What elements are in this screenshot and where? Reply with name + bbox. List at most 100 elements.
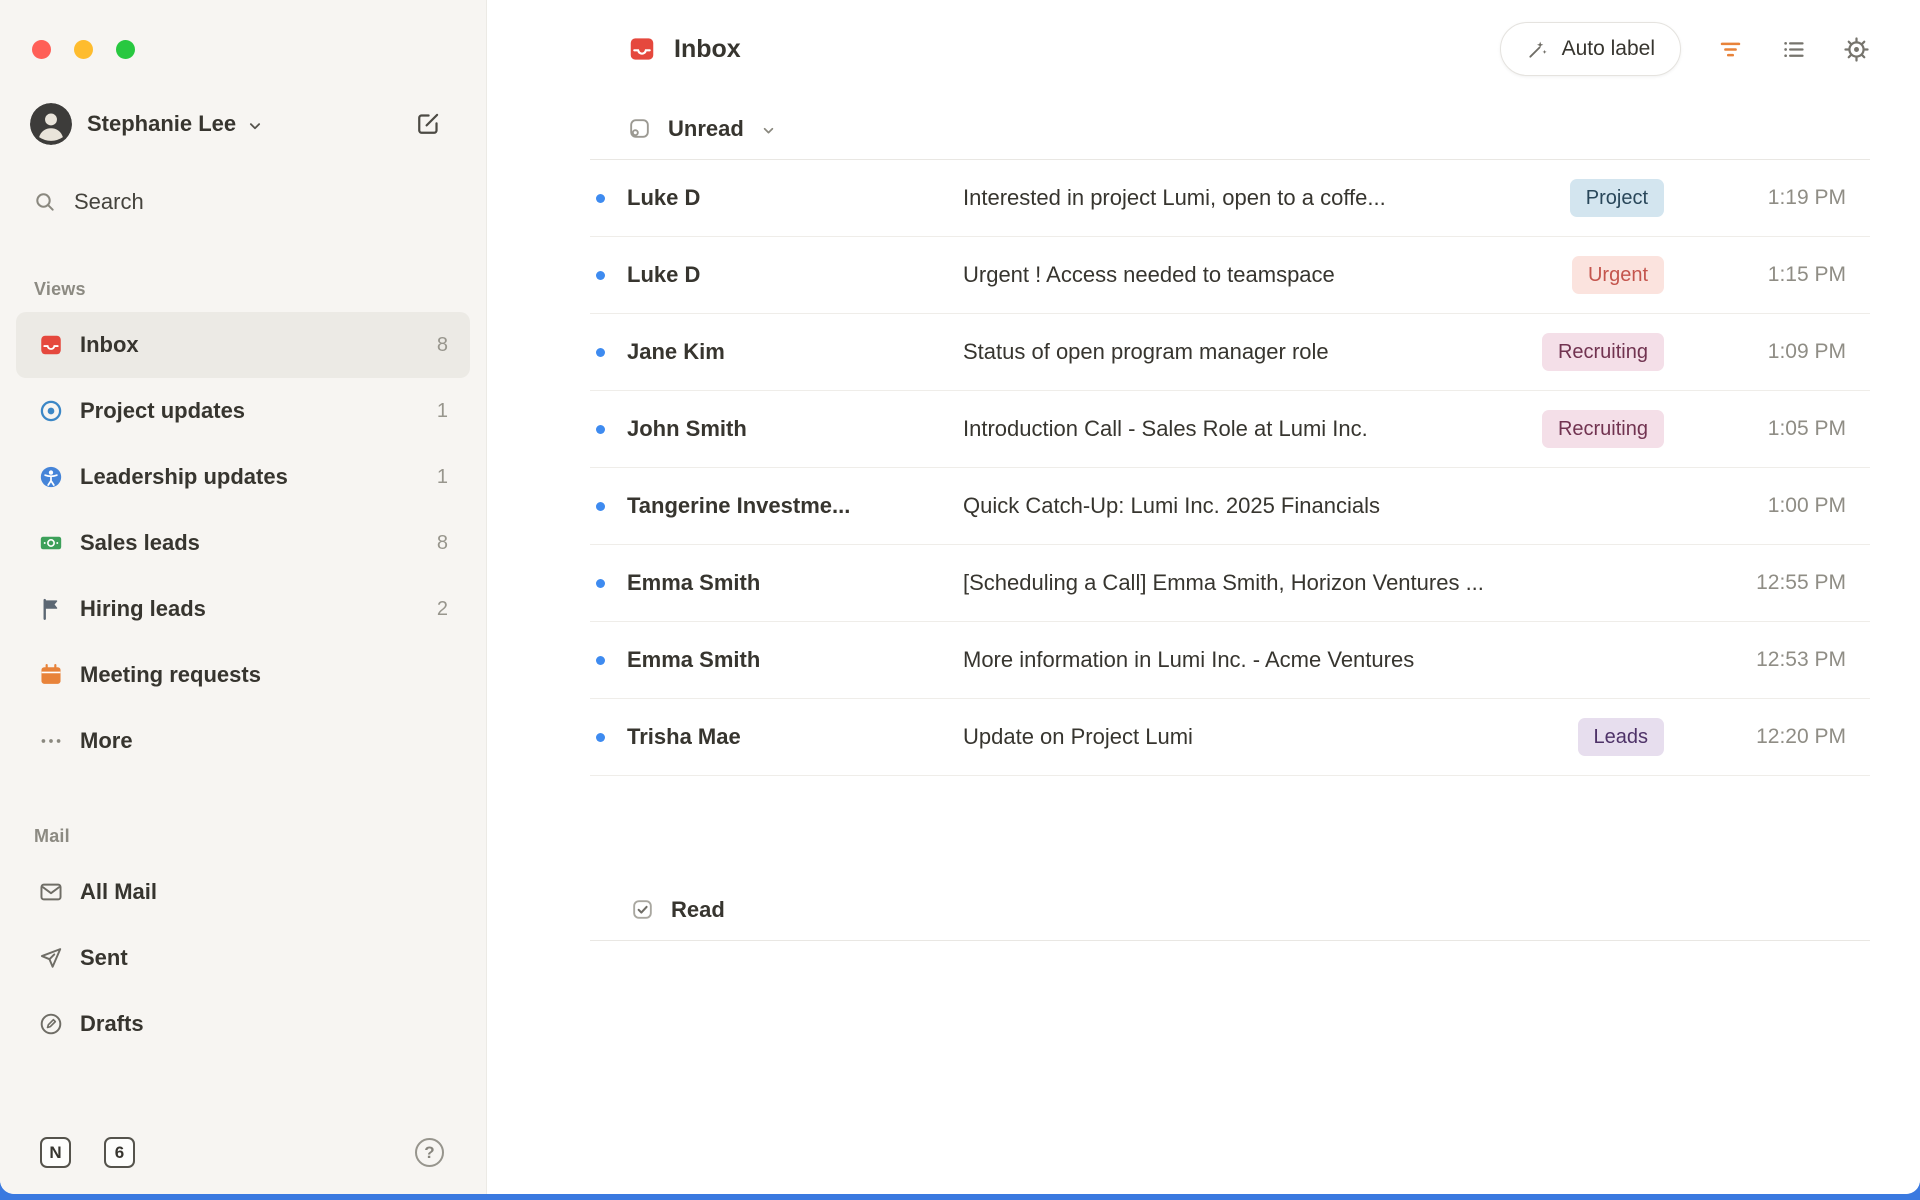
- unread-dot: [596, 579, 605, 588]
- sidebar-item-count: 1: [437, 466, 448, 489]
- notion-app-icon[interactable]: N: [40, 1137, 71, 1168]
- auto-label-button[interactable]: Auto label: [1500, 22, 1681, 76]
- views-nav: Inbox 8 Project updates 1 Leadership upd…: [0, 312, 486, 774]
- mail-section-label: Mail: [34, 826, 486, 847]
- sidebar-item-label: Meeting requests: [80, 662, 261, 688]
- email-label-badge[interactable]: Urgent: [1572, 256, 1664, 294]
- sidebar-item-label: Sales leads: [80, 530, 200, 556]
- email-row[interactable]: Luke D Interested in project Lumi, open …: [590, 160, 1870, 237]
- profile-row: Stephanie Lee: [30, 103, 442, 145]
- send-icon: [38, 945, 64, 971]
- title-group: Inbox: [627, 34, 741, 64]
- inbox-icon: [38, 332, 64, 358]
- close-window-button[interactable]: [32, 40, 51, 59]
- zoom-window-button[interactable]: [116, 40, 135, 59]
- sidebar-item-label: Sent: [80, 945, 128, 971]
- unread-label: Unread: [668, 116, 744, 142]
- sidebar-item-sales-leads[interactable]: Sales leads 8: [16, 510, 470, 576]
- email-time: 1:15 PM: [1700, 263, 1870, 287]
- page-title: Inbox: [674, 35, 741, 64]
- unread-dot: [596, 502, 605, 511]
- main-header: Inbox Auto label: [590, 0, 1870, 98]
- sidebar-item-label: Leadership updates: [80, 464, 288, 490]
- chevron-down-icon[interactable]: [760, 122, 777, 139]
- unread-dot: [596, 656, 605, 665]
- email-label-badge[interactable]: Recruiting: [1542, 333, 1664, 371]
- unread-dot: [596, 194, 605, 203]
- sidebar-item-label: Inbox: [80, 332, 139, 358]
- filter-button[interactable]: [1717, 36, 1744, 63]
- unread-dot: [596, 425, 605, 434]
- select-all-icon[interactable]: [627, 116, 652, 141]
- help-icon[interactable]: ?: [415, 1138, 444, 1167]
- email-row[interactable]: Luke D Urgent ! Access needed to teamspa…: [590, 237, 1870, 314]
- sidebar-item-hiring-leads[interactable]: Hiring leads 2: [16, 576, 470, 642]
- email-row[interactable]: Emma Smith More information in Lumi Inc.…: [590, 622, 1870, 699]
- auto-label-label: Auto label: [1562, 37, 1655, 61]
- sidebar-item-label: All Mail: [80, 879, 157, 905]
- sidebar-item-all-mail[interactable]: All Mail: [16, 859, 470, 925]
- sidebar-item-meeting-requests[interactable]: Meeting requests: [16, 642, 470, 708]
- sidebar-item-count: 8: [437, 334, 448, 357]
- email-subject: Update on Project Lumi: [963, 724, 1578, 750]
- email-sender: Luke D: [627, 262, 943, 288]
- gear-icon[interactable]: [1843, 36, 1870, 63]
- mail-nav: All Mail Sent Drafts: [0, 859, 486, 1057]
- list-view-button[interactable]: [1780, 36, 1807, 63]
- email-row[interactable]: Tangerine Investme... Quick Catch-Up: Lu…: [590, 468, 1870, 545]
- sidebar-item-label: Project updates: [80, 398, 245, 424]
- email-time: 1:00 PM: [1700, 494, 1870, 518]
- chevron-down-icon[interactable]: [246, 117, 264, 135]
- email-subject: More information in Lumi Inc. - Acme Ven…: [963, 647, 1700, 673]
- email-row[interactable]: John Smith Introduction Call - Sales Rol…: [590, 391, 1870, 468]
- email-sender: Jane Kim: [627, 339, 943, 365]
- checkbox-checked-icon[interactable]: [630, 897, 655, 922]
- compose-button[interactable]: [414, 110, 442, 138]
- person-icon: [38, 464, 64, 490]
- banknote-icon: [38, 530, 64, 556]
- sidebar-item-label: Hiring leads: [80, 596, 206, 622]
- calendar-icon: [38, 662, 64, 688]
- main-panel: Inbox Auto label: [487, 0, 1920, 1194]
- ellipsis-icon: [38, 728, 64, 754]
- email-time: 1:09 PM: [1700, 340, 1870, 364]
- email-sender: Emma Smith: [627, 570, 943, 596]
- sidebar-item-count: 8: [437, 532, 448, 555]
- email-time: 12:55 PM: [1700, 571, 1870, 595]
- email-row[interactable]: Trisha Mae Update on Project Lumi Leads …: [590, 699, 1870, 776]
- profile-name[interactable]: Stephanie Lee: [87, 111, 236, 137]
- unread-dot: [596, 348, 605, 357]
- minimize-window-button[interactable]: [74, 40, 93, 59]
- sidebar-item-drafts[interactable]: Drafts: [16, 991, 470, 1057]
- sidebar-item-leadership-updates[interactable]: Leadership updates 1: [16, 444, 470, 510]
- email-row[interactable]: Jane Kim Status of open program manager …: [590, 314, 1870, 391]
- email-subject: Status of open program manager role: [963, 339, 1542, 365]
- sidebar-item-project-updates[interactable]: Project updates 1: [16, 378, 470, 444]
- email-label-badge[interactable]: Project: [1570, 179, 1664, 217]
- email-time: 1:05 PM: [1700, 417, 1870, 441]
- views-section-label: Views: [34, 279, 486, 300]
- email-label-badge[interactable]: Leads: [1578, 718, 1665, 756]
- drafts-icon: [38, 1011, 64, 1037]
- email-sender: Tangerine Investme...: [627, 493, 943, 519]
- email-label-badge[interactable]: Recruiting: [1542, 410, 1664, 448]
- email-subject: [Scheduling a Call] Emma Smith, Horizon …: [963, 570, 1700, 596]
- calendar-app-icon[interactable]: 6: [104, 1137, 135, 1168]
- sidebar: Stephanie Lee Search Views Inbox 8: [0, 0, 487, 1194]
- sidebar-item-more[interactable]: More: [16, 708, 470, 774]
- sidebar-item-inbox[interactable]: Inbox 8: [16, 312, 470, 378]
- email-list: Luke D Interested in project Lumi, open …: [590, 160, 1870, 776]
- sidebar-footer: N 6 ?: [0, 1137, 486, 1194]
- search-icon: [33, 190, 57, 214]
- avatar[interactable]: [30, 103, 72, 145]
- header-controls: Auto label: [1500, 22, 1870, 76]
- read-group-header[interactable]: Read: [590, 879, 1870, 941]
- unread-group-header[interactable]: Unread: [590, 98, 1870, 160]
- email-subject: Introduction Call - Sales Role at Lumi I…: [963, 416, 1542, 442]
- target-icon: [38, 398, 64, 424]
- email-row[interactable]: Emma Smith [Scheduling a Call] Emma Smit…: [590, 545, 1870, 622]
- wand-icon: [1526, 38, 1549, 61]
- sidebar-item-sent[interactable]: Sent: [16, 925, 470, 991]
- search-button[interactable]: Search: [33, 189, 456, 215]
- email-sender: John Smith: [627, 416, 943, 442]
